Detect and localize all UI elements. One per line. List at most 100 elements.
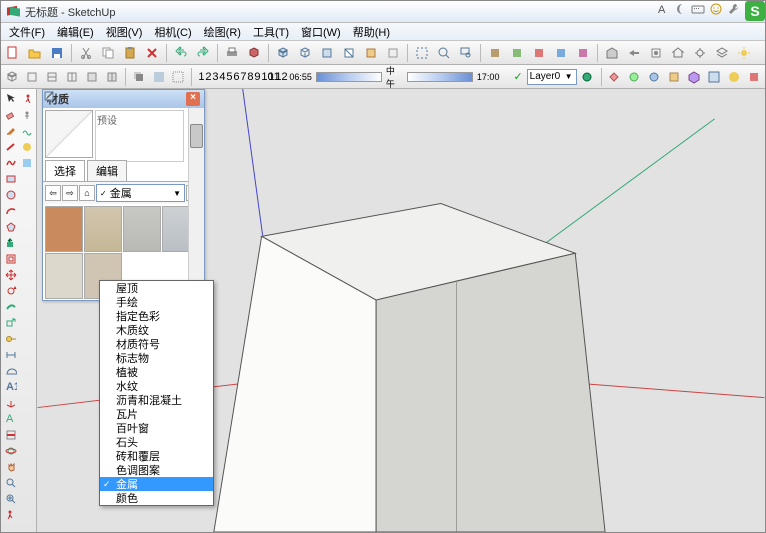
protractor-tool[interactable] — [3, 363, 18, 378]
open-button[interactable] — [25, 43, 45, 63]
undo-button[interactable] — [171, 43, 191, 63]
home-icon[interactable] — [668, 43, 688, 63]
eraser-tool[interactable] — [3, 107, 18, 122]
view-front-button[interactable] — [43, 67, 61, 87]
lookaround-tool[interactable] — [19, 91, 34, 106]
model-button[interactable] — [244, 43, 264, 63]
extra8-button[interactable] — [745, 67, 763, 87]
dd-item[interactable]: 瓦片 — [100, 407, 213, 421]
dd-item[interactable]: 砖和覆层 — [100, 449, 213, 463]
wrench-icon[interactable] — [727, 2, 741, 16]
viewport-3d[interactable]: 材质 × 预设 选择 编辑 ⇦ ⇨ ⌂ — [37, 89, 765, 532]
moon-icon[interactable] — [673, 2, 687, 16]
plugin1-tool[interactable] — [19, 139, 34, 154]
hidden-button[interactable] — [317, 43, 337, 63]
save-button[interactable] — [47, 43, 67, 63]
comp3-button[interactable] — [529, 43, 549, 63]
copy-button[interactable] — [98, 43, 118, 63]
dd-item[interactable]: 材质符号 — [100, 337, 213, 351]
text-tool[interactable]: A1 — [3, 379, 18, 394]
shaded-button[interactable] — [339, 43, 359, 63]
layer-check-icon[interactable]: ✓ — [513, 70, 522, 83]
comp2-button[interactable] — [507, 43, 527, 63]
extra1-button[interactable] — [605, 67, 623, 87]
pan-tool[interactable] — [3, 459, 18, 474]
view-top-button[interactable] — [23, 67, 41, 87]
extra4-button[interactable] — [665, 67, 683, 87]
3dtext-tool[interactable]: A — [3, 411, 18, 426]
move-tool[interactable] — [3, 267, 18, 282]
orbit-tool[interactable] — [3, 443, 18, 458]
cut-button[interactable] — [76, 43, 96, 63]
paint-tool[interactable] — [3, 123, 18, 138]
delete-button[interactable] — [142, 43, 162, 63]
shadow-button[interactable] — [130, 67, 148, 87]
zoom-tool[interactable] — [3, 475, 18, 490]
smile-icon[interactable] — [709, 2, 723, 16]
dd-item[interactable]: 屋顶 — [100, 281, 213, 295]
extra3-button[interactable] — [645, 67, 663, 87]
comp4-button[interactable] — [551, 43, 571, 63]
tape-tool[interactable] — [3, 331, 18, 346]
new-button[interactable] — [3, 43, 23, 63]
extra5-button[interactable] — [685, 67, 703, 87]
line-tool[interactable] — [3, 139, 18, 154]
print-button[interactable] — [222, 43, 242, 63]
extra6-button[interactable] — [705, 67, 723, 87]
menu-window[interactable]: 窗口(W) — [295, 24, 347, 40]
polygon-tool[interactable] — [3, 219, 18, 234]
sogou-icon[interactable]: S — [745, 1, 765, 21]
extra2-button[interactable] — [625, 67, 643, 87]
paste-button[interactable] — [120, 43, 140, 63]
menu-help[interactable]: 帮助(H) — [347, 24, 396, 40]
gear-icon[interactable] — [690, 43, 710, 63]
select-tool[interactable] — [3, 91, 18, 106]
view-right-button[interactable] — [63, 67, 81, 87]
dd-item[interactable]: 百叶窗 — [100, 421, 213, 435]
dd-item-selected[interactable]: 金属 — [100, 477, 213, 491]
dd-item[interactable]: 植被 — [100, 365, 213, 379]
ext-button[interactable] — [646, 43, 666, 63]
dd-item[interactable]: 色调图案 — [100, 463, 213, 477]
rect-tool[interactable] — [3, 171, 18, 186]
extra7-button[interactable] — [725, 67, 743, 87]
position-tool[interactable] — [19, 107, 34, 122]
followme-tool[interactable] — [3, 299, 18, 314]
fog-button[interactable] — [150, 67, 168, 87]
dd-item[interactable]: 标志物 — [100, 351, 213, 365]
menu-file[interactable]: 文件(F) — [3, 24, 51, 40]
rotate-tool[interactable] — [3, 283, 18, 298]
sun-icon[interactable] — [734, 43, 754, 63]
offset-tool[interactable] — [3, 251, 18, 266]
section-tool[interactable] — [3, 427, 18, 442]
panel-scrollbar[interactable] — [188, 108, 204, 300]
keyboard-icon[interactable] — [691, 2, 705, 16]
comp1-button[interactable] — [485, 43, 505, 63]
dd-item[interactable]: 水纹 — [100, 379, 213, 393]
push-tool[interactable] — [3, 235, 18, 250]
dd-item[interactable]: 手绘 — [100, 295, 213, 309]
time-slider[interactable]: 06:55 中午 17:00 — [289, 64, 499, 90]
arc-tool[interactable] — [3, 203, 18, 218]
view-left-button[interactable] — [103, 67, 121, 87]
view-iso-button[interactable] — [3, 67, 21, 87]
plugin2-tool[interactable] — [19, 155, 34, 170]
menu-edit[interactable]: 编辑(E) — [51, 24, 100, 40]
iso-button[interactable] — [273, 43, 293, 63]
axes-tool[interactable] — [3, 395, 18, 410]
circle-tool[interactable] — [3, 187, 18, 202]
dd-item[interactable]: 石头 — [100, 435, 213, 449]
walk-tool[interactable] — [3, 507, 18, 522]
scale-tool[interactable] — [3, 315, 18, 330]
letter-a-icon[interactable]: A — [655, 2, 669, 16]
sandbox-tool[interactable] — [19, 123, 34, 138]
dimension-tool[interactable] — [3, 347, 18, 362]
layer-vis-button[interactable] — [577, 67, 597, 87]
zoom-win-button[interactable] — [456, 43, 476, 63]
share-button[interactable] — [624, 43, 644, 63]
dd-item[interactable]: 沥青和混凝土 — [100, 393, 213, 407]
sel-all-button[interactable] — [412, 43, 432, 63]
xray-button[interactable] — [170, 67, 188, 87]
dd-item[interactable]: 木质纹 — [100, 323, 213, 337]
warehouse-button[interactable] — [602, 43, 622, 63]
